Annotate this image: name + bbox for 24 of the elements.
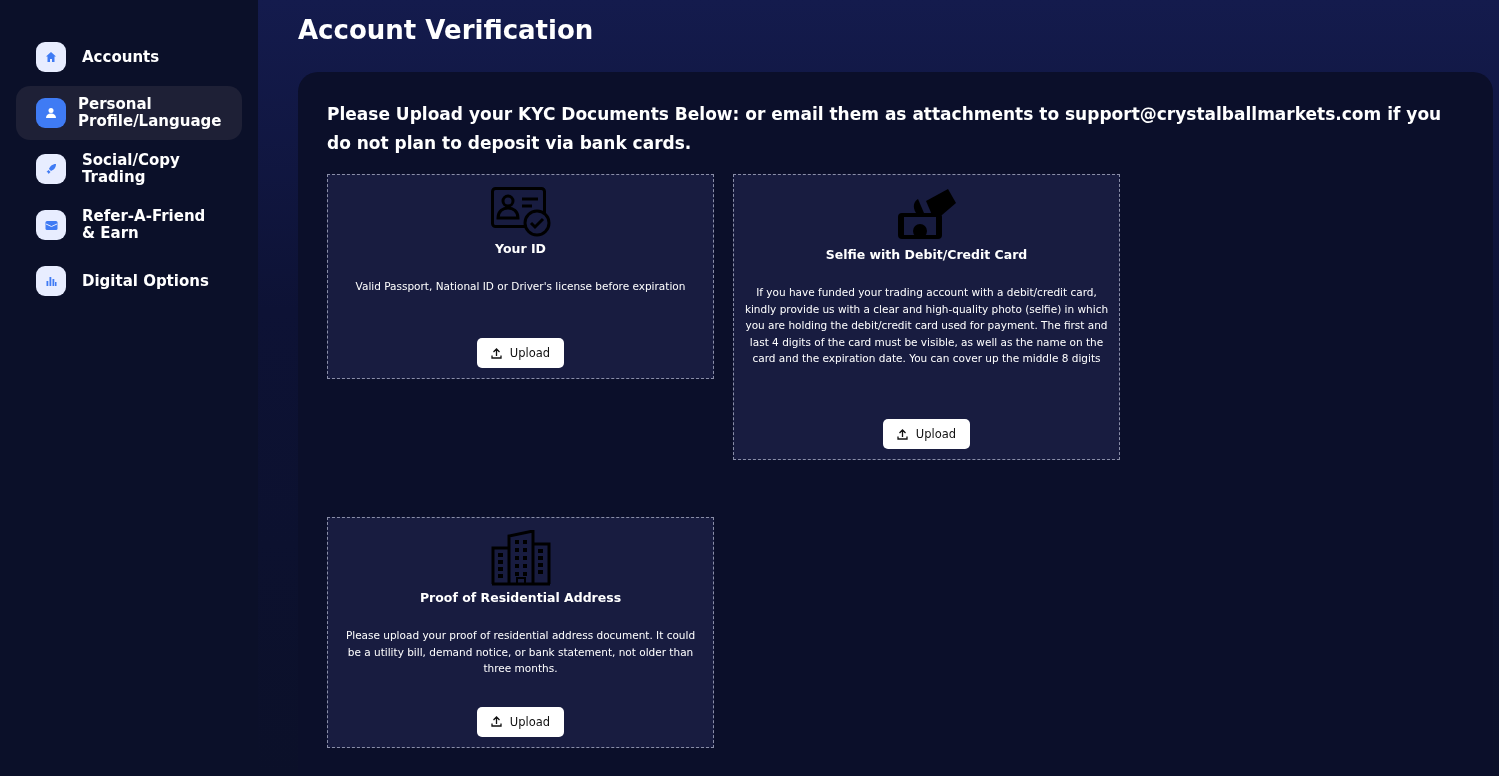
user-icon bbox=[45, 107, 57, 119]
home-icon bbox=[45, 51, 57, 63]
upload-icon bbox=[896, 428, 908, 440]
card-title: Proof of Residential Address bbox=[419, 590, 622, 605]
card-title: Selfie with Debit/Credit Card bbox=[825, 247, 1028, 262]
upload-button[interactable]: Upload bbox=[476, 706, 565, 737]
sidebar-item[interactable]: Refer-A-Friend & Earn bbox=[16, 198, 242, 252]
card-description: Valid Passport, National ID or Driver's license before expiration bbox=[355, 279, 686, 294]
bar-chart-icon bbox=[45, 275, 57, 287]
id-card-check-icon bbox=[490, 187, 551, 237]
sidebar-item[interactable]: Digital Options bbox=[16, 254, 242, 308]
sidebar-item[interactable]: Personal Profile/Language bbox=[16, 86, 242, 140]
sidebar-item[interactable]: Social/Copy Trading bbox=[16, 142, 242, 196]
office-building-icon bbox=[490, 530, 551, 586]
upload-icon bbox=[490, 716, 502, 727]
card-description: Please upload your proof of residential address document. It could be a utility bill, demand notice, or bank statement, not older than three months. bbox=[344, 628, 697, 676]
upload-button[interactable]: Upload bbox=[476, 338, 565, 368]
intro-text: Please Upload your KYC Documents Below: or email them as attachments to support@crystalballmarkets.com if you do not plan to deposit via bank cards. bbox=[327, 103, 1443, 155]
card-title: Your ID bbox=[495, 241, 546, 256]
upload-button[interactable]: Upload bbox=[882, 419, 971, 449]
sidebar-item[interactable]: Accounts bbox=[16, 30, 242, 84]
card-description: If you have funded your trading account with a debit/credit card, kindly provide us with a clear and high-quality photo (selfie) in which you are holding the debit/credit card used for payment. The first and last 4 digits of the card must be visible, as well as the name on the card and the expiration date. You can cover up the middle 8 digits bbox=[744, 285, 1109, 366]
upload-icon bbox=[490, 347, 502, 359]
page-title: Account Verification bbox=[298, 14, 595, 47]
